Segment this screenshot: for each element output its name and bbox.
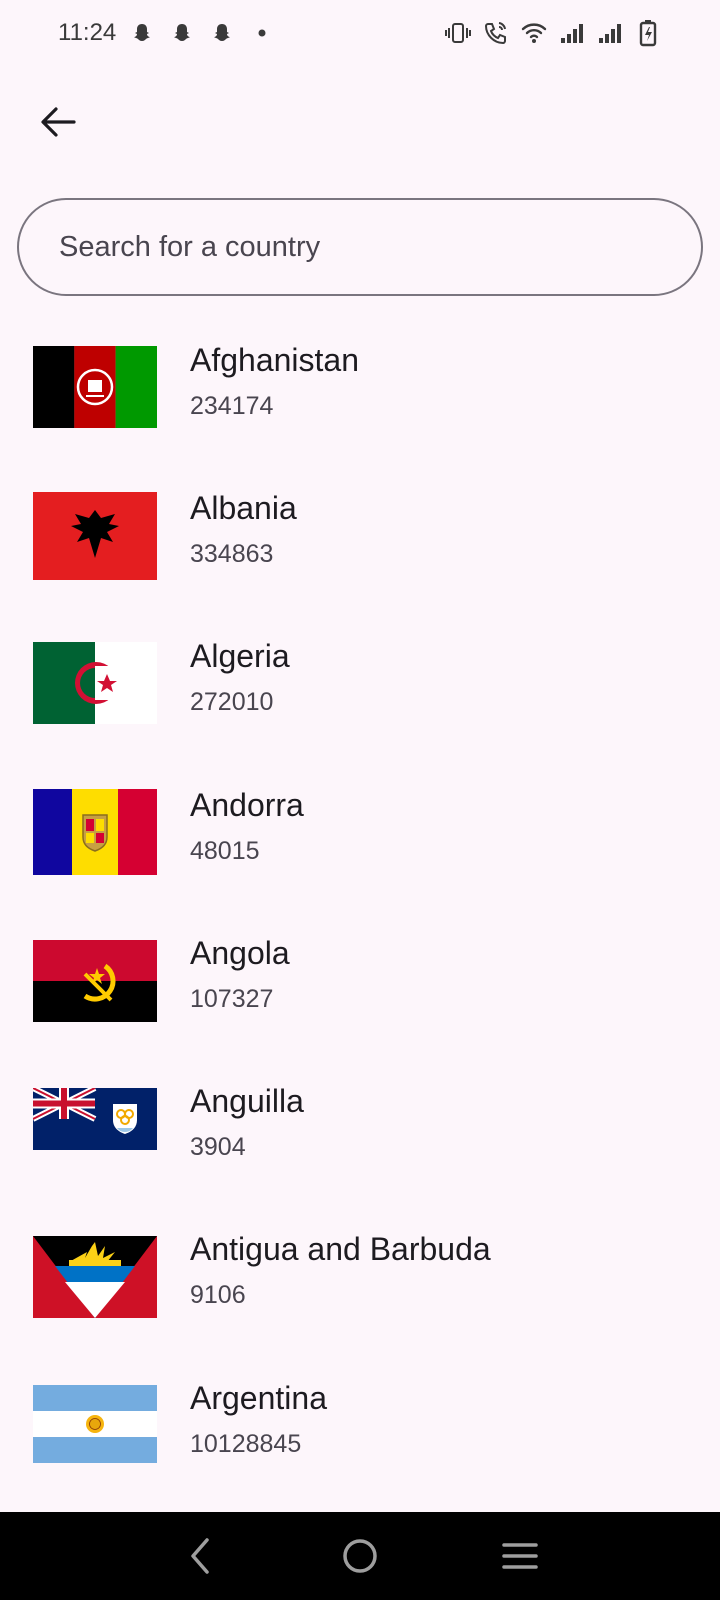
- country-row[interactable]: Antigua and Barbuda 9106: [0, 1209, 720, 1357]
- dot-icon: [248, 19, 276, 47]
- nav-back-icon: [191, 1538, 209, 1574]
- nav-back-button[interactable]: [165, 1521, 235, 1591]
- albania-flag: [33, 492, 157, 580]
- status-time: 11:24: [58, 19, 117, 46]
- country-row[interactable]: Angola 107327: [0, 913, 720, 1061]
- country-value: 10128845: [190, 1430, 302, 1458]
- system-nav-bar: [0, 1512, 720, 1600]
- signal-icon: [596, 19, 624, 47]
- country-name: Argentina: [190, 1380, 327, 1416]
- wifi-call-icon: [482, 19, 510, 47]
- country-row[interactable]: Algeria 272010: [0, 616, 720, 764]
- back-button[interactable]: [32, 96, 84, 148]
- country-value: 272010: [190, 688, 274, 716]
- wifi-icon: [520, 19, 548, 47]
- country-name: Antigua and Barbuda: [190, 1231, 491, 1267]
- arrow-back-icon: [41, 107, 76, 137]
- country-value: 234174: [190, 392, 274, 420]
- status-right: [444, 19, 662, 47]
- andorra-flag: [33, 789, 157, 875]
- nav-recents-icon: [502, 1543, 538, 1569]
- country-value: 334863: [190, 540, 274, 568]
- country-value: 107327: [190, 985, 274, 1013]
- country-name: Andorra: [190, 787, 304, 823]
- country-value: 48015: [190, 837, 260, 865]
- country-name: Afghanistan: [190, 342, 360, 378]
- country-name: Angola: [190, 935, 290, 971]
- country-row[interactable]: Andorra 48015: [0, 765, 720, 913]
- antigua-and-barbuda-flag: [33, 1236, 157, 1318]
- status-bar: 11:24: [0, 0, 720, 66]
- vibrate-icon: [444, 19, 472, 47]
- anguilla-flag: [33, 1088, 157, 1150]
- search-field[interactable]: [17, 198, 703, 296]
- algeria-flag: [33, 642, 157, 724]
- country-value: 9106: [190, 1281, 246, 1309]
- country-name: Algeria: [190, 638, 290, 674]
- nav-home-icon: [343, 1539, 377, 1573]
- country-row[interactable]: Argentina 10128845: [0, 1358, 720, 1506]
- argentina-flag: [33, 1385, 157, 1463]
- battery-charging-icon: [634, 19, 662, 47]
- status-left: 11:24: [58, 19, 276, 47]
- nav-home-button[interactable]: [325, 1521, 395, 1591]
- search-input[interactable]: [59, 230, 659, 264]
- country-row[interactable]: Afghanistan 234174: [0, 320, 720, 468]
- country-row[interactable]: Albania 334863: [0, 468, 720, 616]
- snapchat-icon: [208, 19, 236, 47]
- country-name: Anguilla: [190, 1083, 304, 1119]
- afghanistan-flag: [33, 346, 157, 428]
- angola-flag: [33, 940, 157, 1022]
- signal-icon: [558, 19, 586, 47]
- country-value: 3904: [190, 1133, 246, 1161]
- country-row[interactable]: Anguilla 3904: [0, 1061, 720, 1209]
- country-name: Albania: [190, 490, 297, 526]
- snapchat-icon: [128, 19, 156, 47]
- nav-recents-button[interactable]: [485, 1521, 555, 1591]
- snapchat-icon: [168, 19, 196, 47]
